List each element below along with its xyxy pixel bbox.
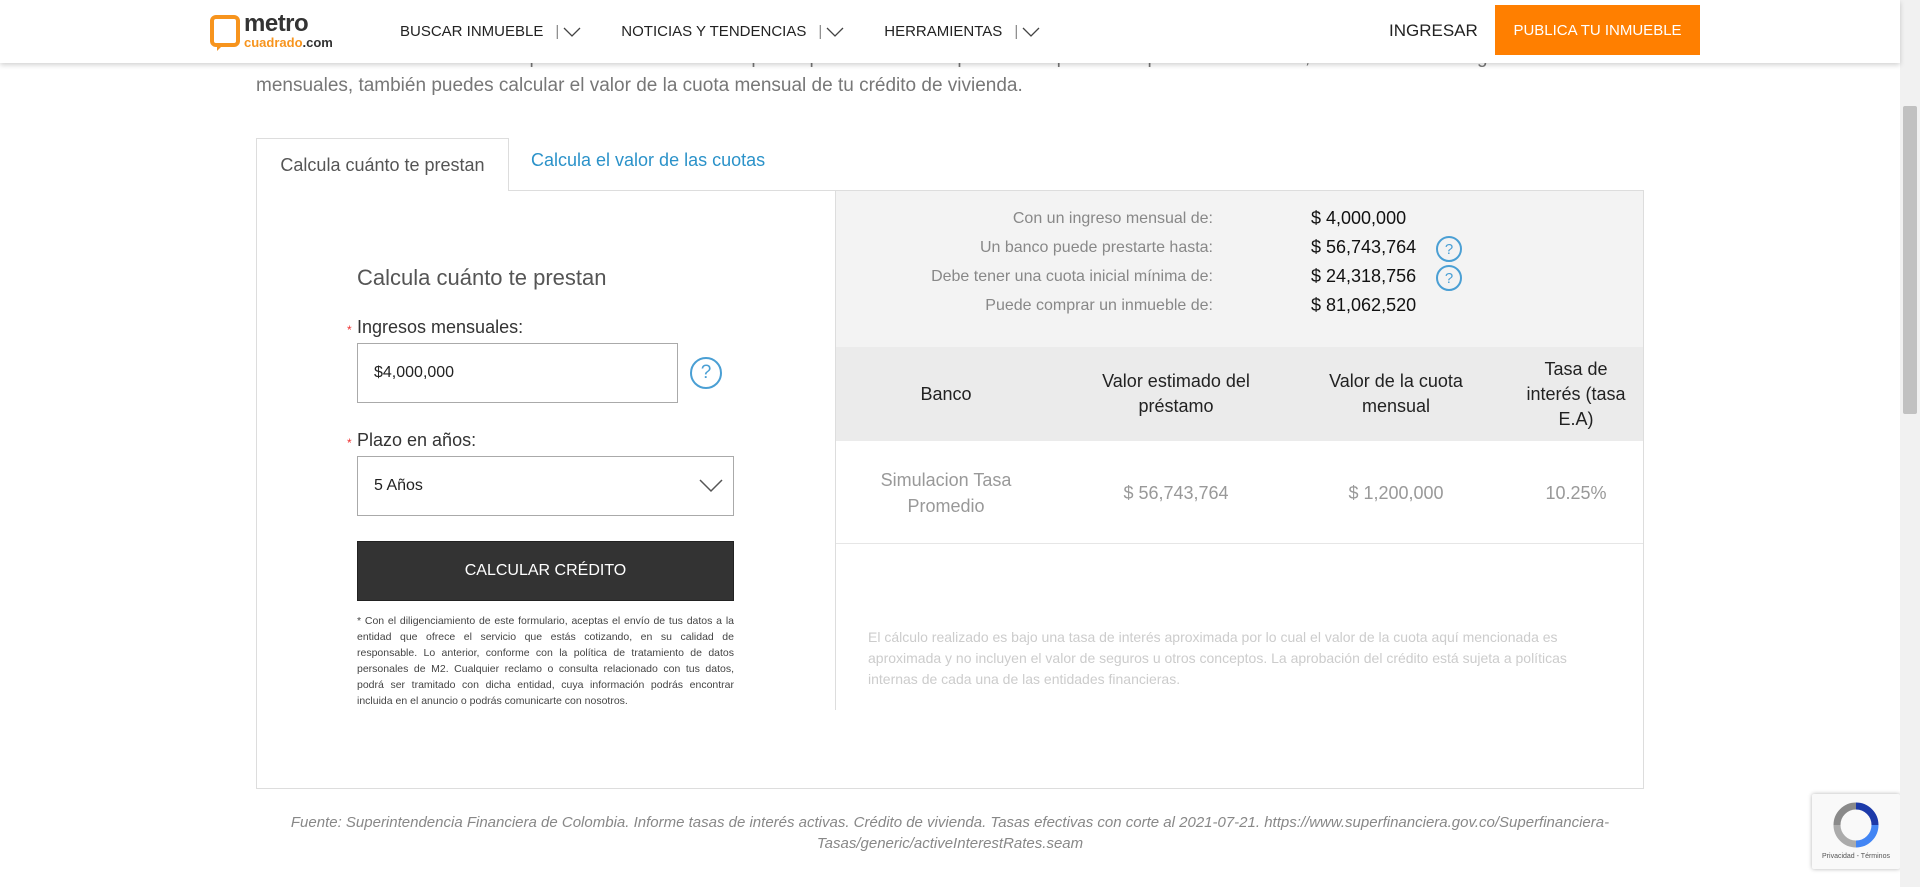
tab-calcula-cuanto-te-prestan[interactable]: Calcula cuánto te prestan bbox=[256, 138, 509, 191]
down-payment-help-icon[interactable]: ? bbox=[1436, 265, 1462, 291]
summary-row: Debe tener una cuota inicial mínima de: … bbox=[836, 264, 1643, 293]
site-logo[interactable]: metro cuadrado.com bbox=[210, 10, 333, 51]
column-header: Tasa de interés (tasa E.A) bbox=[1526, 358, 1626, 429]
results-panel: Con un ingreso mensual de: $ 4,000,000 U… bbox=[836, 191, 1643, 788]
form-title: Calcula cuánto te prestan bbox=[357, 265, 607, 290]
chevron-down-icon bbox=[1022, 27, 1040, 37]
required-mark: * bbox=[347, 436, 352, 450]
income-input[interactable]: $4,000,000 bbox=[357, 343, 678, 403]
income-help-icon[interactable]: ? bbox=[690, 357, 722, 389]
logo-icon bbox=[210, 14, 240, 51]
chevron-down-icon bbox=[563, 27, 581, 37]
main-nav: BUSCAR INMUEBLE | NOTICIAS Y TENDENCIAS | … bbox=[400, 0, 1080, 63]
chevron-down-icon bbox=[826, 27, 844, 37]
column-header: Valor de la cuota mensual bbox=[1329, 371, 1463, 416]
nav-noticias-tendencias[interactable]: NOTICIAS Y TENDENCIAS | bbox=[621, 23, 844, 40]
credit-form: Calcula cuánto te prestan * Ingresos men… bbox=[257, 191, 835, 788]
term-select[interactable]: 5 Años bbox=[357, 456, 734, 516]
summary-row: Puede comprar un inmueble de: $ 81,062,5… bbox=[985, 295, 1417, 315]
summary-row: Un banco puede prestarte hasta: $ 56,743… bbox=[836, 235, 1643, 264]
results-summary: Con un ingreso mensual de: $ 4,000,000 U… bbox=[836, 191, 1643, 347]
simulator-panel: Calcula cuánto te prestan * Ingresos men… bbox=[256, 190, 1644, 789]
page-scrollbar[interactable] bbox=[1900, 0, 1920, 887]
column-header: Valor estimado del préstamo bbox=[1102, 371, 1250, 416]
table-cell: Simulacion Tasa Promedio bbox=[880, 469, 1012, 516]
logo-top-text: metro bbox=[244, 10, 309, 37]
summary-row: Con un ingreso mensual de: $ 4,000,000 bbox=[1012, 208, 1407, 228]
term-select-value: 5 Años bbox=[374, 477, 423, 494]
table-cell: $ 56,743,764 bbox=[1123, 482, 1229, 503]
column-header: Banco bbox=[920, 383, 972, 404]
login-link[interactable]: INGRESAR bbox=[1389, 21, 1478, 41]
source-footnote: Fuente: Superintendencia Financiera de C… bbox=[290, 814, 1610, 852]
page: metro cuadrado.com BUSCAR INMUEBLE | NOTI… bbox=[0, 0, 1920, 887]
scrollbar-thumb[interactable] bbox=[1903, 106, 1917, 414]
calculate-credit-button[interactable]: CALCULAR CRÉDITO bbox=[357, 541, 734, 601]
loan-help-icon[interactable]: ? bbox=[1436, 236, 1462, 262]
chevron-down-icon bbox=[699, 479, 723, 493]
recaptcha-text[interactable]: Privacidad - Términos bbox=[1812, 853, 1900, 860]
calculation-note: El cálculo realizado es bajo una tasa de… bbox=[868, 629, 1567, 687]
tab-calcula-valor-cuotas[interactable]: Calcula el valor de las cuotas bbox=[531, 150, 765, 171]
nav-buscar-inmueble[interactable]: BUSCAR INMUEBLE | bbox=[400, 23, 581, 40]
logo-bottom-text: cuadrado.com bbox=[244, 35, 333, 50]
nav-herramientas[interactable]: HERRAMIENTAS | bbox=[884, 23, 1040, 40]
recaptcha-icon bbox=[1833, 802, 1879, 848]
table-cell: $ 1,200,000 bbox=[1348, 482, 1444, 503]
data-policy-disclaimer: * Con el diligenciamiento de este formul… bbox=[357, 615, 734, 707]
publish-property-button[interactable]: PUBLICA TU INMUEBLE bbox=[1495, 5, 1700, 55]
term-label: Plazo en años: bbox=[357, 430, 477, 450]
top-navbar: metro cuadrado.com BUSCAR INMUEBLE | NOTI… bbox=[0, 0, 1900, 63]
table-cell: 10.25% bbox=[1545, 482, 1607, 503]
table-row: Simulacion Tasa Promedio $ 56,743,764 $ … bbox=[836, 441, 1643, 544]
results-table-header: Banco Valor estimado del préstamo Valor … bbox=[836, 347, 1643, 441]
recaptcha-badge[interactable]: Privacidad - Términos bbox=[1812, 794, 1900, 869]
income-label: Ingresos mensuales: bbox=[357, 317, 524, 337]
required-mark: * bbox=[347, 323, 352, 337]
